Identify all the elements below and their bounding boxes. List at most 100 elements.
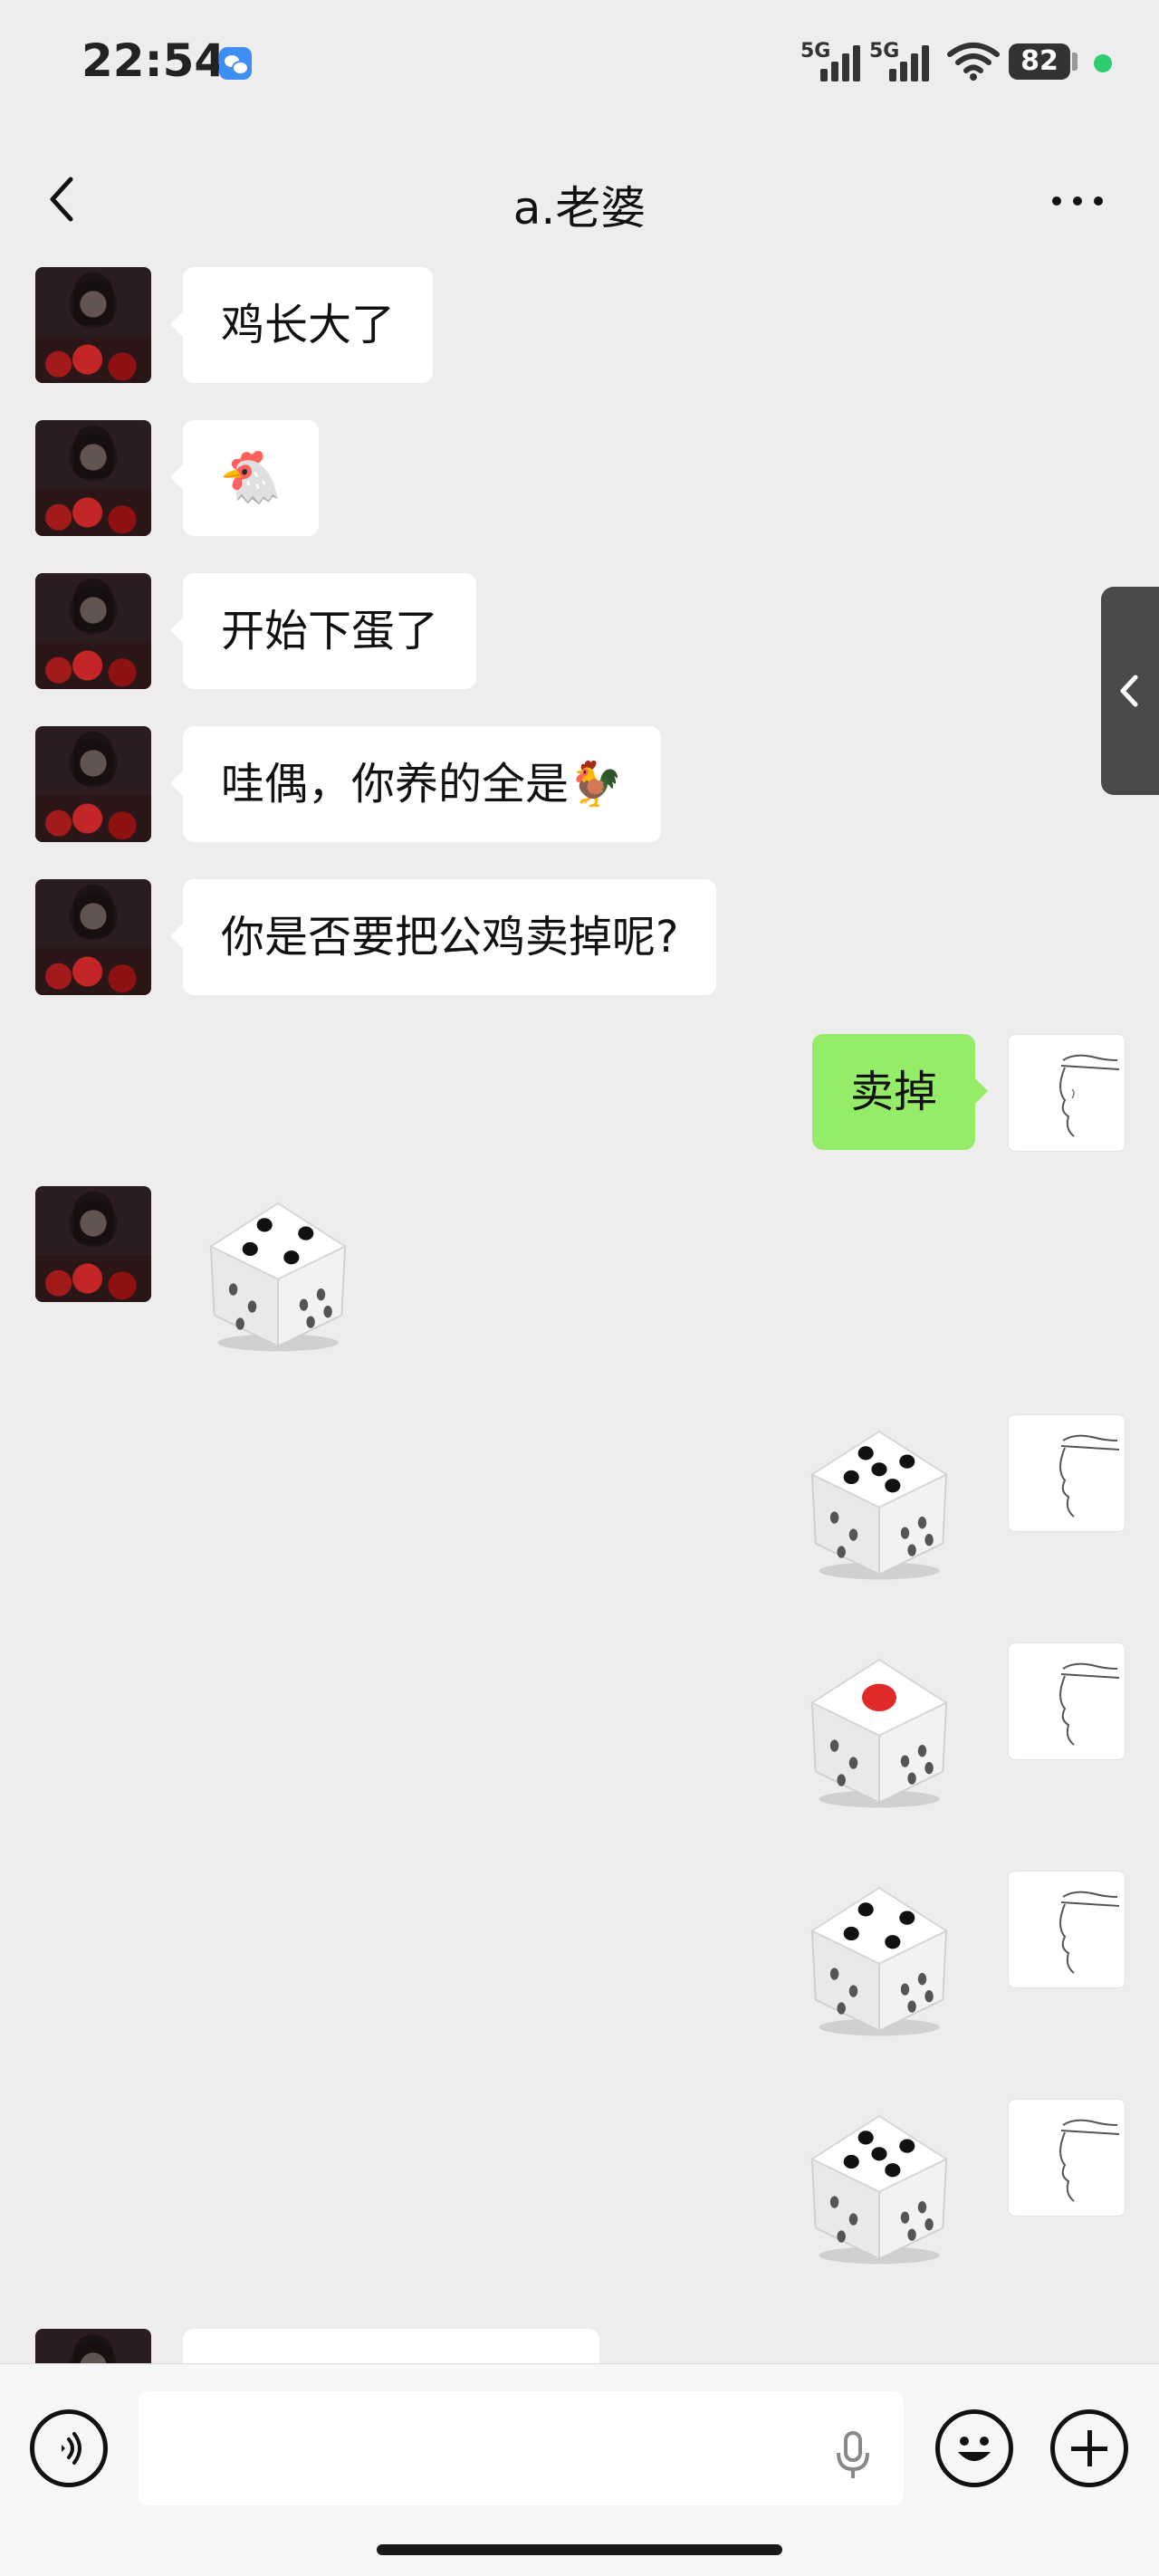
side-pip <box>235 1317 244 1330</box>
dice-pip <box>899 2139 915 2153</box>
side-pip <box>316 1288 326 1301</box>
message-text-input[interactable] <box>139 2391 904 2505</box>
dice-icon[interactable] <box>192 1186 364 1358</box>
signal-2-label: 5G <box>869 40 900 62</box>
incoming-message-bubble[interactable]: 开始下蛋了 <box>169 573 477 689</box>
dice-pip <box>843 2154 859 2169</box>
smile-face-icon <box>958 2437 991 2461</box>
side-pip <box>924 1990 934 2003</box>
contact-avatar[interactable] <box>35 573 151 689</box>
my-avatar[interactable] <box>1008 1642 1125 1760</box>
more-dots-icon[interactable] <box>1041 172 1114 226</box>
contact-avatar[interactable] <box>35 726 151 842</box>
battery-indicator: 82 <box>1009 43 1070 80</box>
dice-icon[interactable] <box>793 1414 965 1586</box>
side-pip <box>829 1511 839 1524</box>
dice-icon[interactable] <box>793 2099 965 2271</box>
line-sketch-face-icon <box>1059 1662 1120 1746</box>
side-pip <box>837 2002 846 2015</box>
home-indicator <box>377 2544 782 2555</box>
battery-cap <box>1072 53 1078 71</box>
side-pip <box>907 1772 916 1785</box>
status-bar: 22:54 5G 5G 82 <box>0 0 1159 127</box>
side-pip <box>907 2000 916 2013</box>
emoji-icon[interactable] <box>935 2409 1013 2487</box>
dice-pip <box>298 1226 314 1240</box>
incoming-message-bubble-partial[interactable] <box>183 2329 599 2363</box>
side-pip <box>917 1745 927 1757</box>
voice-waves-icon <box>62 2432 81 2465</box>
contact-avatar[interactable] <box>35 2329 151 2363</box>
incoming-message-bubble[interactable]: 哇偶，你养的全是🐓 <box>170 726 661 842</box>
side-pip <box>924 1762 934 1775</box>
signal-1-label: 5G <box>800 40 831 62</box>
outgoing-message-bubble[interactable]: 卖掉 <box>811 1034 989 1150</box>
side-pip <box>924 1534 934 1547</box>
side-pip <box>900 1527 910 1539</box>
side-pip <box>900 1755 910 1767</box>
side-pip <box>848 1757 858 1769</box>
side-pip <box>829 1968 839 1980</box>
contact-avatar[interactable] <box>35 420 151 536</box>
chevron-left-icon <box>1120 675 1138 707</box>
dice-pip <box>843 1470 859 1485</box>
side-pip <box>924 2218 934 2231</box>
side-pip <box>848 1528 858 1541</box>
status-time: 22:54 <box>81 34 226 87</box>
dice-pip <box>899 1454 915 1469</box>
side-pip <box>907 1544 916 1556</box>
message-list[interactable]: 鸡长大了 🐔 开始下蛋了 哇偶，你养的全是🐓 你是否要把公鸡卖掉呢? 卖掉 <box>0 263 1159 2363</box>
line-sketch-face-icon <box>1059 1891 1120 1974</box>
side-pip <box>848 2213 858 2226</box>
dice-pip <box>885 1479 901 1493</box>
chat-header: a.老婆 <box>0 154 1159 244</box>
line-sketch-face-icon <box>1059 1434 1120 1518</box>
chat-title: a.老婆 <box>512 182 647 235</box>
dice-pip <box>885 1935 901 1949</box>
incoming-message-bubble[interactable]: 你是否要把公鸡卖掉呢? <box>169 879 717 995</box>
my-avatar[interactable] <box>1008 1034 1125 1152</box>
my-avatar[interactable] <box>1008 1414 1125 1532</box>
dice-pip <box>885 2163 901 2178</box>
line-sketch-face-icon <box>1059 1054 1120 1137</box>
side-pip <box>299 1298 309 1311</box>
contact-avatar[interactable] <box>35 267 151 383</box>
incoming-message-bubble[interactable]: 鸡长大了 <box>169 267 434 383</box>
incoming-emoji-bubble[interactable]: 🐔 <box>170 420 319 536</box>
line-sketch-face-icon <box>1059 2119 1120 2202</box>
privacy-indicator-dot <box>1094 54 1112 72</box>
contact-avatar[interactable] <box>35 879 151 995</box>
dice-pip <box>899 1910 915 1925</box>
side-pip <box>306 1316 315 1328</box>
side-pip <box>837 1774 846 1786</box>
voice-icon[interactable] <box>30 2409 108 2487</box>
side-pip <box>829 1739 839 1752</box>
wechat-notification-icon <box>219 47 252 80</box>
side-pip <box>917 1517 927 1529</box>
dice-pip <box>857 1902 874 1917</box>
side-pip <box>848 1985 858 1997</box>
floating-side-handle[interactable] <box>1101 587 1159 795</box>
dice-pip <box>871 1462 887 1477</box>
side-pip <box>837 1546 846 1558</box>
side-pip <box>917 2201 927 2214</box>
dice-icon[interactable] <box>793 1642 965 1815</box>
side-pip <box>247 1300 257 1313</box>
dice-pip <box>862 1683 896 1711</box>
wifi-icon <box>947 43 1000 81</box>
dice-pip <box>857 2131 874 2145</box>
dice-pip <box>256 1218 273 1232</box>
side-pip <box>917 1973 927 1986</box>
dice-icon[interactable] <box>793 1871 965 2043</box>
my-avatar[interactable] <box>1008 2099 1125 2217</box>
my-avatar[interactable] <box>1008 1871 1125 1988</box>
plus-icon[interactable] <box>1050 2409 1128 2487</box>
dice-pip <box>283 1250 300 1265</box>
side-pip <box>228 1283 238 1296</box>
contact-avatar[interactable] <box>35 1186 151 1302</box>
mic-icon[interactable] <box>826 2428 880 2482</box>
side-pip <box>900 2211 910 2224</box>
side-pip <box>900 1983 910 1996</box>
dice-pip <box>871 2147 887 2161</box>
side-pip <box>323 1306 332 1318</box>
